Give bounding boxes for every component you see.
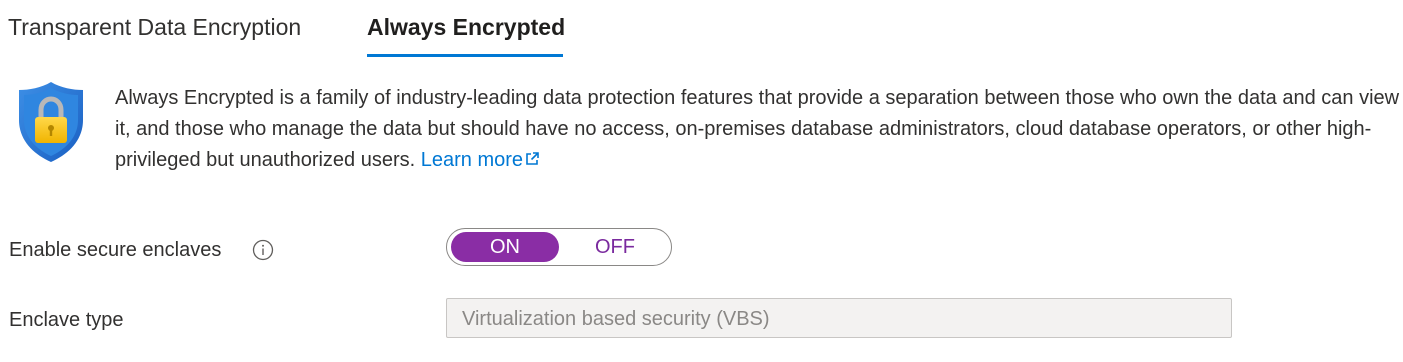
toggle-off-option[interactable]: OFF (561, 232, 669, 262)
learn-more-link[interactable]: Learn more (421, 149, 539, 171)
enable-secure-enclaves-label: Enable secure enclaves (9, 239, 222, 261)
description-text: Always Encrypted is a family of industry… (115, 87, 1400, 171)
tab-always-encrypted[interactable]: Always Encrypted (367, 12, 565, 42)
always-encrypted-description: Always Encrypted is a family of industry… (115, 83, 1400, 176)
shield-lock-icon (19, 82, 83, 162)
selected-tab-indicator (367, 54, 563, 57)
tab-transparent-data-encryption[interactable]: Transparent Data Encryption (8, 12, 301, 42)
enclave-type-label: Enclave type (9, 309, 124, 331)
external-link-icon (526, 152, 539, 166)
info-icon[interactable] (252, 239, 274, 261)
learn-more-label: Learn more (420, 149, 524, 171)
toggle-on-option[interactable]: ON (451, 232, 559, 262)
enable-secure-enclaves-toggle[interactable]: ON OFF (446, 228, 672, 266)
enclave-type-field: Virtualization based security (VBS) (446, 298, 1232, 338)
